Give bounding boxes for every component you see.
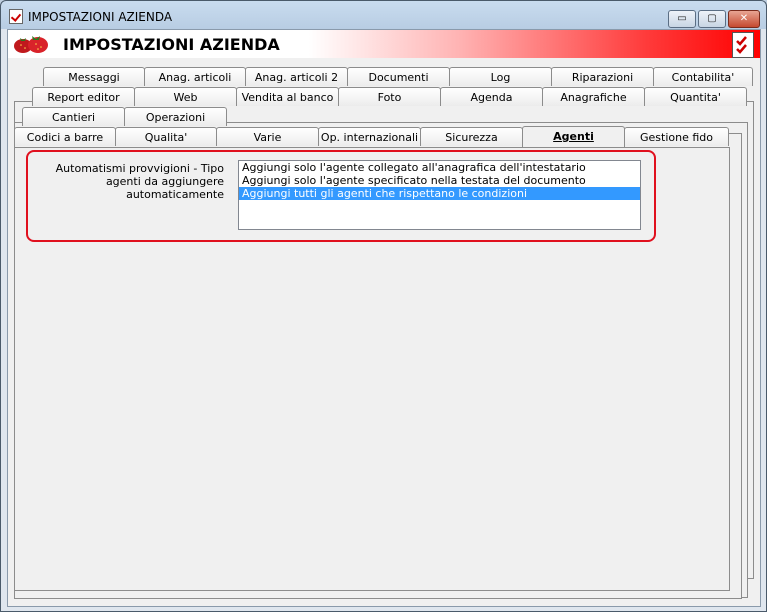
- tab-foto[interactable]: Foto: [338, 87, 441, 106]
- tab-web[interactable]: Web: [134, 87, 237, 106]
- tab-agenti[interactable]: Agenti: [522, 126, 625, 147]
- list-item[interactable]: Aggiungi solo l'agente specificato nella…: [239, 174, 640, 187]
- list-item[interactable]: Aggiungi solo l'agente collegato all'ana…: [239, 161, 640, 174]
- tab-riparazioni[interactable]: Riparazioni: [551, 67, 654, 86]
- tab-operazioni[interactable]: Operazioni: [124, 107, 227, 126]
- tab-report-editor[interactable]: Report editor: [32, 87, 135, 106]
- agent-type-listbox[interactable]: Aggiungi solo l'agente collegato all'ana…: [238, 160, 641, 230]
- checklist-icon: [732, 32, 754, 58]
- client-area: IMPOSTAZIONI AZIENDA Messaggi Anag. arti…: [7, 29, 761, 607]
- tab-messaggi[interactable]: Messaggi: [43, 67, 145, 86]
- tab-codici-a-barre[interactable]: Codici a barre: [14, 127, 116, 146]
- tab-agenda[interactable]: Agenda: [440, 87, 543, 106]
- checklist-icon: [9, 9, 23, 24]
- close-button[interactable]: ✕: [728, 10, 760, 28]
- provvigioni-label: Automatismi provvigioni - Tipo agenti da…: [55, 162, 224, 201]
- title-bar[interactable]: IMPOSTAZIONI AZIENDA ▭ ▢ ✕: [1, 1, 766, 29]
- tab-qualita[interactable]: Qualita': [115, 127, 217, 146]
- header-banner: IMPOSTAZIONI AZIENDA: [8, 30, 760, 58]
- list-item-selected[interactable]: Aggiungi tutti gli agenti che rispettano…: [239, 187, 640, 200]
- tab-anag-articoli-2[interactable]: Anag. articoli 2: [245, 67, 348, 86]
- minimize-button[interactable]: ▭: [668, 10, 696, 28]
- tab-op-internazionali[interactable]: Op. internazionali: [318, 127, 421, 146]
- tab-vendita-al-banco[interactable]: Vendita al banco: [236, 87, 339, 106]
- tab-sicurezza[interactable]: Sicurezza: [420, 127, 523, 146]
- tab-log[interactable]: Log: [449, 67, 552, 86]
- tab-gestione-fido[interactable]: Gestione fido: [624, 127, 729, 146]
- window-title: IMPOSTAZIONI AZIENDA: [28, 10, 173, 24]
- maximize-button[interactable]: ▢: [698, 10, 726, 28]
- tab-anagrafiche[interactable]: Anagrafiche: [542, 87, 645, 106]
- settings-window: IMPOSTAZIONI AZIENDA ▭ ▢ ✕ IMPOSTAZIONI …: [0, 0, 767, 612]
- tab-contabilita[interactable]: Contabilita': [653, 67, 753, 86]
- tab-cantieri[interactable]: Cantieri: [22, 107, 125, 126]
- tab-documenti[interactable]: Documenti: [347, 67, 450, 86]
- strawberry-logo-icon: [14, 36, 48, 53]
- tab-anag-articoli[interactable]: Anag. articoli: [144, 67, 246, 86]
- tab-quantita[interactable]: Quantita': [644, 87, 747, 106]
- page-title: IMPOSTAZIONI AZIENDA: [63, 35, 280, 54]
- tab-varie[interactable]: Varie: [216, 127, 319, 146]
